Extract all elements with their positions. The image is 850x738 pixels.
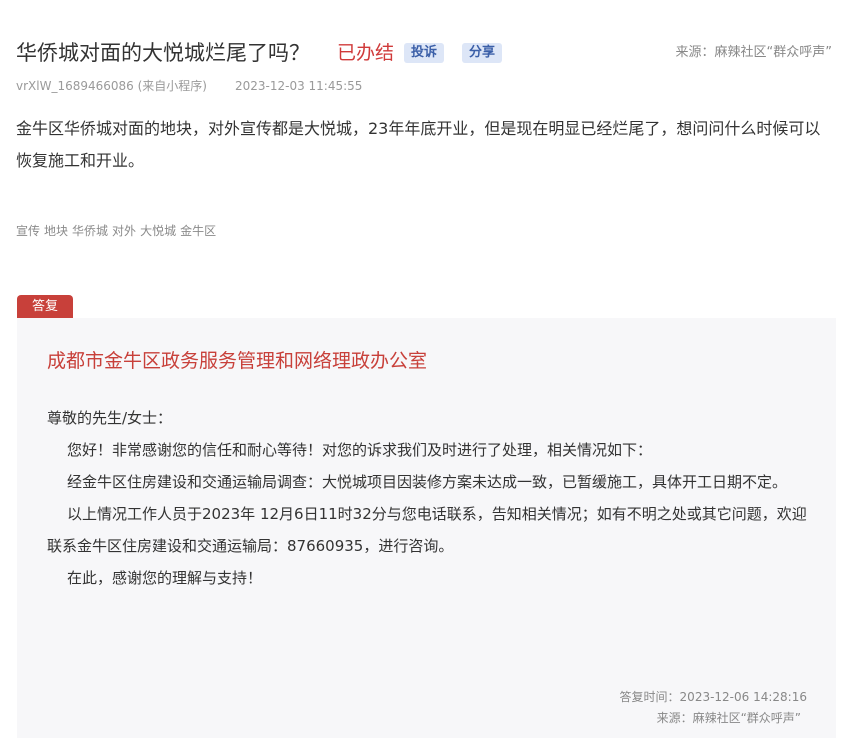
reply-label: 答复 bbox=[17, 295, 73, 318]
post-meta: vrXlW_1689466086 (来自小程序) 2023-12-03 11:45… bbox=[16, 78, 362, 94]
reply-panel: 成都市金牛区政务服务管理和网络理政办公室 尊敬的先生/女士： 您好！非常感谢您的… bbox=[17, 318, 836, 738]
reply-paragraph: 您好！非常感谢您的信任和耐心等待！对您的诉求我们及时进行了处理，相关情况如下： bbox=[67, 441, 653, 459]
post-source: 来源：麻辣社区“群众呼声” bbox=[675, 45, 832, 60]
reply-paragraph: 经金牛区住房建设和交通运输局调查：大悦城项目因装修方案未达成一致，已暂缓施工，具… bbox=[67, 473, 788, 491]
post-user: vrXlW_1689466086 (来自小程序) bbox=[16, 79, 207, 93]
keyword-item[interactable]: 宣传 bbox=[16, 224, 40, 238]
post-content: 金牛区华侨城对面的地块，对外宣传都是大悦城，23年年底开业，但是现在明显已经烂尾… bbox=[16, 119, 821, 170]
keyword-item[interactable]: 金牛区 bbox=[180, 224, 216, 238]
post-header: 华侨城对面的大悦城烂尾了吗？ 已办结 投诉 分享 来源：麻辣社区“群众呼声” bbox=[16, 38, 834, 70]
keyword-item[interactable]: 地块 bbox=[44, 224, 68, 238]
reply-source: 来源：麻辣社区“群众呼声” bbox=[656, 711, 801, 725]
share-tag[interactable]: 分享 bbox=[462, 43, 503, 63]
keyword-item[interactable]: 对外 bbox=[112, 224, 136, 238]
post-title: 华侨城对面的大悦城烂尾了吗？ bbox=[16, 41, 310, 65]
reply-time: 答复时间：2023-12-06 14:28:16 bbox=[619, 690, 807, 704]
post-time: 2023-12-03 11:45:55 bbox=[234, 79, 363, 93]
reply-paragraph: 以上情况工作人员于2023年 12月6日11时32分与您电话联系，告知相关情况；… bbox=[47, 505, 807, 555]
keyword-list: 宣传 地块 华侨城 对外 大悦城 金牛区 bbox=[16, 223, 220, 239]
reply-org: 成都市金牛区政务服务管理和网络理政办公室 bbox=[47, 350, 428, 372]
status-badge: 已办结 bbox=[337, 42, 395, 64]
keyword-item[interactable]: 大悦城 bbox=[140, 224, 176, 238]
reply-body: 尊敬的先生/女士： 您好！非常感谢您的信任和耐心等待！对您的诉求我们及时进行了处… bbox=[47, 402, 809, 594]
reply-greeting: 尊敬的先生/女士： bbox=[47, 409, 173, 427]
reply-paragraph: 在此，感谢您的理解与支持！ bbox=[67, 569, 263, 587]
complaint-tag[interactable]: 投诉 bbox=[404, 43, 445, 63]
keyword-item[interactable]: 华侨城 bbox=[72, 224, 108, 238]
